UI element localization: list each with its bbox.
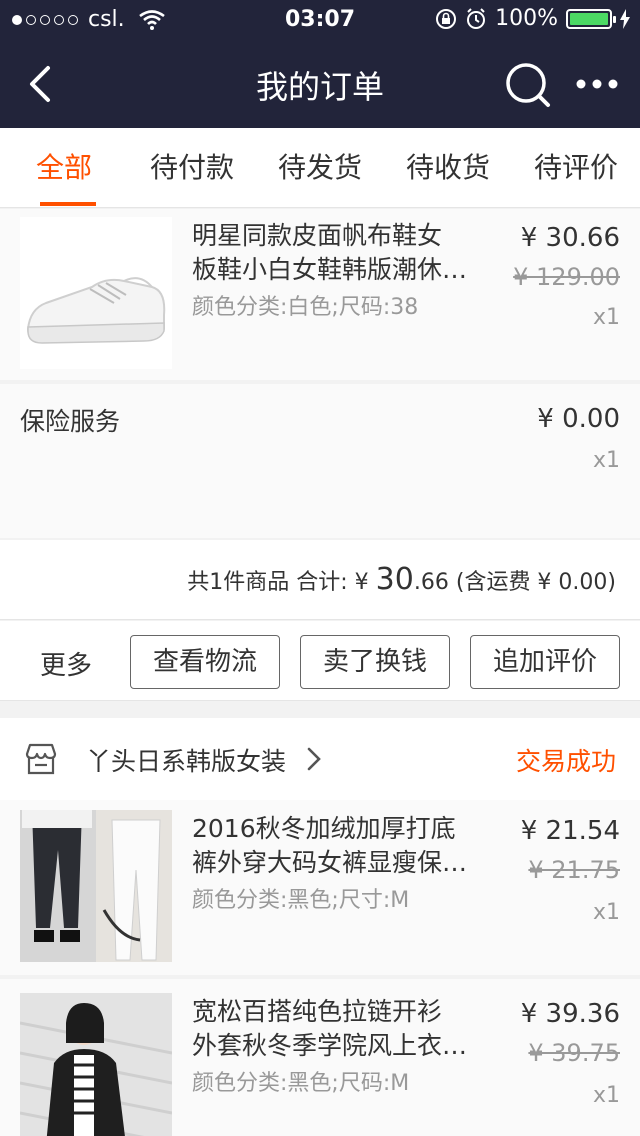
- battery-percent: 100%: [495, 6, 558, 31]
- order-item[interactable]: 明星同款皮面帆布鞋女 板鞋小白女鞋韩版潮休… 颜色分类:白色;尺码:38 ¥ 3…: [0, 209, 640, 380]
- product-title-line2: 外套秋冬季学院风上衣…: [192, 1031, 468, 1060]
- insurance-row: 保险服务 ¥ 0.00 x1: [0, 384, 640, 538]
- shipping-fee: (含运费 ¥ 0.00): [455, 570, 616, 595]
- order-status: 交易成功: [515, 747, 616, 776]
- tab-pending-shipment[interactable]: 待发货: [260, 128, 380, 208]
- original-price: ¥ 21.75: [528, 856, 620, 884]
- insurance-label: 保险服务: [20, 407, 121, 436]
- product-image[interactable]: [20, 217, 172, 369]
- charging-icon: [620, 8, 630, 29]
- status-right: 100%: [435, 6, 630, 31]
- product-image[interactable]: [20, 810, 172, 962]
- search-icon[interactable]: [503, 60, 553, 110]
- order-total: 共1件商品 合计: ¥ 30.66 (含运费 ¥ 0.00): [187, 562, 616, 597]
- total-label: 合计:: [296, 570, 348, 595]
- tab-all[interactable]: 全部: [4, 128, 124, 208]
- tab-pending-review[interactable]: 待评价: [516, 128, 636, 208]
- pants-image: [20, 810, 172, 962]
- sneaker-image: [20, 217, 172, 369]
- product-price: ¥ 21.54: [520, 816, 620, 846]
- insurance-price: ¥ 0.00: [537, 404, 620, 434]
- product-title-line2: 裤外穿大码女裤显瘦保…: [192, 848, 468, 877]
- shop-name[interactable]: 丫头日系韩版女装: [86, 742, 286, 778]
- order-item[interactable]: 2016秋冬加绒加厚打底 裤外穿大码女裤显瘦保… 颜色分类:黑色;尺寸:M ¥ …: [0, 800, 640, 975]
- total-amount-decimal: .66: [413, 570, 449, 595]
- product-quantity: x1: [592, 305, 620, 330]
- original-price: ¥ 39.75: [528, 1039, 620, 1067]
- shop-header[interactable]: 丫头日系韩版女装 交易成功: [0, 718, 640, 800]
- jacket-image: [20, 993, 172, 1136]
- product-title[interactable]: 宽松百搭纯色拉链开衫 外套秋冬季学院风上衣…: [192, 995, 482, 1063]
- product-price: ¥ 30.66: [520, 223, 620, 253]
- insurance-quantity: x1: [592, 448, 620, 473]
- tab-pending-payment[interactable]: 待付款: [132, 128, 252, 208]
- product-title-line1: 宽松百搭纯色拉链开衫: [192, 997, 443, 1026]
- product-image[interactable]: [20, 993, 172, 1136]
- tab-pending-receipt[interactable]: 待收货: [388, 128, 508, 208]
- original-price: ¥ 129.00: [513, 263, 620, 291]
- item-count: 共1件商品: [187, 570, 290, 595]
- order-summary: 共1件商品 合计: ¥ 30.66 (含运费 ¥ 0.00): [0, 540, 640, 620]
- resell-button[interactable]: 卖了换钱: [300, 635, 450, 689]
- total-amount-integer: 30: [375, 562, 414, 597]
- more-icon[interactable]: [574, 62, 620, 106]
- chevron-right-icon: [307, 747, 321, 771]
- product-title[interactable]: 明星同款皮面帆布鞋女 板鞋小白女鞋韩版潮休…: [192, 219, 482, 287]
- product-quantity: x1: [592, 900, 620, 925]
- order-tabs: 全部 待付款 待发货 待收货 待评价: [0, 128, 640, 208]
- product-sku: 颜色分类:白色;尺码:38: [192, 295, 419, 320]
- product-title-line1: 明星同款皮面帆布鞋女: [192, 221, 443, 250]
- order-actions: 更多 查看物流 卖了换钱 追加评价: [0, 621, 640, 701]
- product-sku: 颜色分类:黑色;尺寸:M: [192, 888, 410, 913]
- total-currency: ¥: [354, 570, 369, 595]
- add-review-button[interactable]: 追加评价: [470, 635, 620, 689]
- shop-icon: [25, 743, 57, 775]
- rotation-lock-icon: [436, 8, 457, 29]
- product-sku: 颜色分类:黑色;尺码:M: [192, 1071, 410, 1096]
- product-title-line1: 2016秋冬加绒加厚打底: [192, 814, 456, 843]
- view-logistics-button[interactable]: 查看物流: [130, 635, 280, 689]
- battery-icon: [566, 8, 616, 29]
- status-bar: csl. 03:07 100%: [0, 0, 640, 40]
- product-price: ¥ 39.36: [520, 999, 620, 1029]
- more-button[interactable]: 更多: [40, 645, 92, 682]
- nav-bar: 我的订单: [0, 40, 640, 128]
- product-quantity: x1: [592, 1083, 620, 1108]
- product-title-line2: 板鞋小白女鞋韩版潮休…: [192, 255, 468, 284]
- product-title[interactable]: 2016秋冬加绒加厚打底 裤外穿大码女裤显瘦保…: [192, 812, 482, 880]
- alarm-icon: [467, 7, 486, 29]
- order-item[interactable]: 宽松百搭纯色拉链开衫 外套秋冬季学院风上衣… 颜色分类:黑色;尺码:M ¥ 39…: [0, 979, 640, 1136]
